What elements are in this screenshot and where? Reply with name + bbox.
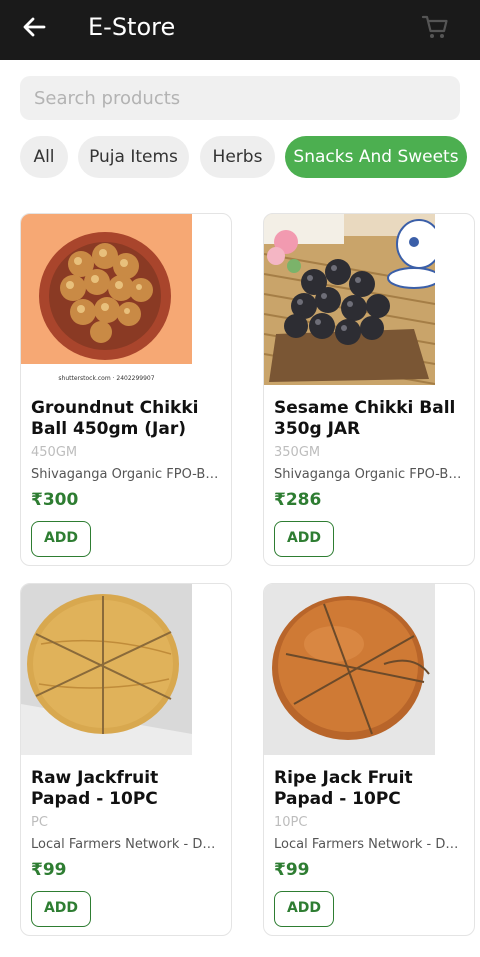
product-unit: PC	[31, 815, 48, 830]
product-seller: Shivaganga Organic FPO-Bangalore	[31, 467, 223, 482]
product-card[interactable]: Ripe Jack Fruit Papad - 10PC 10PC Local …	[263, 583, 475, 936]
shopping-cart-icon	[421, 15, 448, 38]
add-to-cart-button[interactable]: ADD	[274, 891, 334, 927]
product-unit: 450GM	[31, 445, 78, 460]
product-image-sesame-chikki	[264, 214, 435, 385]
add-to-cart-button[interactable]: ADD	[31, 891, 91, 927]
arrow-left-icon	[23, 17, 46, 37]
product-price: ₹99	[274, 860, 310, 880]
category-chip-all[interactable]: All	[20, 136, 68, 178]
add-to-cart-button[interactable]: ADD	[31, 521, 91, 557]
search-input[interactable]	[20, 76, 460, 120]
image-watermark: shutterstock.com · 2402299907	[58, 375, 155, 382]
app-bar: E-Store	[0, 0, 480, 60]
product-card[interactable]: shutterstock.com · 2402299907 Groundnut …	[20, 213, 232, 566]
product-card[interactable]: Sesame Chikki Ball 350g JAR 350GM Shivag…	[263, 213, 475, 566]
product-image-raw-jackfruit-papad	[21, 584, 192, 755]
product-seller: Shivaganga Organic FPO-Bangalore	[274, 467, 466, 482]
product-seller: Local Farmers Network - Dakshina Kannada	[274, 837, 466, 852]
product-image-groundnut-chikki: shutterstock.com · 2402299907	[21, 214, 192, 385]
product-name: Ripe Jack Fruit Papad - 10PC	[274, 768, 413, 809]
product-price: ₹99	[31, 860, 67, 880]
category-chips: All Puja Items Herbs Snacks And Sweets	[0, 136, 480, 178]
product-price: ₹286	[274, 490, 322, 510]
cart-button[interactable]	[420, 12, 450, 42]
product-unit: 350GM	[274, 445, 321, 460]
product-name: Raw Jackfruit Papad - 10PC	[31, 768, 159, 809]
category-chip-puja-items[interactable]: Puja Items	[78, 136, 189, 178]
product-card[interactable]: Raw Jackfruit Papad - 10PC PC Local Farm…	[20, 583, 232, 936]
product-unit: 10PC	[274, 815, 308, 830]
category-chip-herbs[interactable]: Herbs	[200, 136, 275, 178]
product-name: Groundnut Chikki Ball 450gm (Jar)	[31, 398, 199, 439]
product-name: Sesame Chikki Ball 350g JAR	[274, 398, 456, 439]
back-button[interactable]	[20, 12, 50, 42]
category-chip-snacks-and-sweets[interactable]: Snacks And Sweets	[285, 136, 467, 178]
page-title: E-Store	[88, 13, 176, 41]
product-price: ₹300	[31, 490, 79, 510]
product-image-ripe-jackfruit-papad	[264, 584, 435, 755]
add-to-cart-button[interactable]: ADD	[274, 521, 334, 557]
product-seller: Local Farmers Network - Dakshina Kannada	[31, 837, 223, 852]
